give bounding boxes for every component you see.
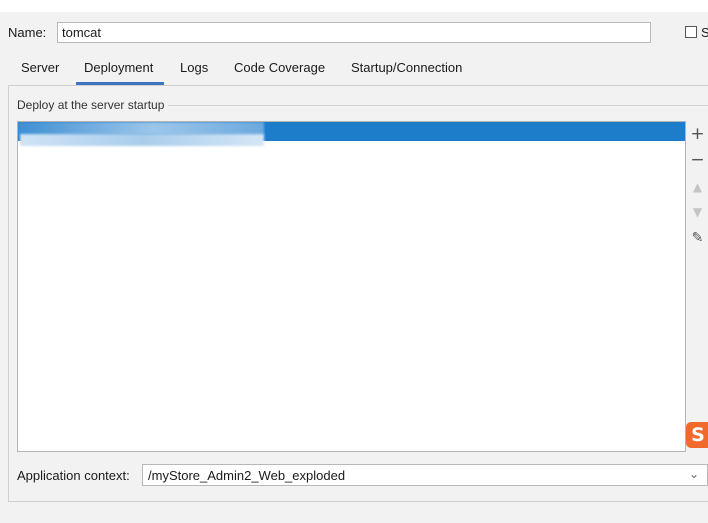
plus-icon[interactable]: +	[687, 123, 708, 145]
tab-server[interactable]: Server	[21, 56, 59, 85]
tab-startup-connection[interactable]: Startup/Connection	[351, 56, 462, 85]
redacted-artifact-name-overflow	[20, 134, 264, 146]
minus-icon[interactable]: −	[687, 149, 708, 171]
pencil-icon[interactable]: ✎	[687, 227, 708, 249]
share-checkbox-label[interactable]: S	[701, 25, 708, 40]
arrow-up-icon[interactable]: ▲	[687, 176, 708, 198]
tab-logs[interactable]: Logs	[180, 56, 208, 85]
name-input[interactable]: tomcat	[57, 22, 651, 43]
arrow-down-icon[interactable]: ▼	[687, 201, 708, 223]
share-checkbox[interactable]	[685, 26, 697, 38]
list-toolbar: + − ▲ ▼ ✎	[687, 121, 708, 452]
section-divider	[166, 105, 708, 106]
tab-deployment[interactable]: Deployment	[75, 56, 165, 85]
tab-code-coverage[interactable]: Code Coverage	[234, 56, 325, 85]
top-strip	[0, 0, 708, 12]
application-context-value: /myStore_Admin2_Web_exploded	[148, 468, 346, 483]
application-context-combobox[interactable]: /myStore_Admin2_Web_exploded ⌄	[142, 464, 708, 486]
watermark-logo: S	[686, 422, 708, 448]
application-context-label: Application context:	[17, 468, 130, 483]
chevron-down-icon[interactable]: ⌄	[689, 467, 699, 481]
name-label: Name:	[8, 25, 47, 40]
section-title: Deploy at the server startup	[17, 98, 169, 112]
deployment-list[interactable]	[17, 121, 686, 452]
